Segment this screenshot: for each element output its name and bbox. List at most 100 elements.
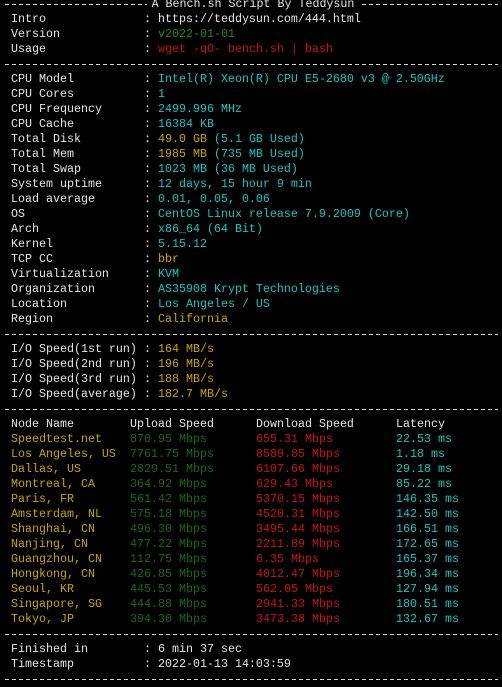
info-value: 196 MB/s — [158, 357, 214, 372]
upload-speed: 426.85 Mbps — [130, 567, 207, 581]
info-value-text: 188 MB/s — [158, 372, 214, 386]
info-value: bbr — [158, 252, 179, 267]
info-value-text: California — [158, 312, 228, 326]
divider — [4, 327, 502, 342]
colon-separator: : — [144, 117, 151, 131]
divider — [4, 57, 502, 72]
info-value: v2022-01-01 — [158, 27, 235, 42]
download-speed: 3495.44 Mbps — [256, 522, 340, 536]
download-speed: 655.31 Mbps — [256, 432, 333, 446]
download-speed: 629.43 Mbps — [256, 477, 333, 491]
info-label: System uptime — [11, 177, 102, 191]
latency: 127.94 ms — [396, 582, 459, 596]
colon-separator: : — [144, 387, 151, 401]
info-value: 0.01, 0.05, 0.06 — [158, 192, 270, 207]
header-node-name: Node Name — [11, 417, 74, 431]
divider — [4, 627, 502, 642]
info-value-text: KVM — [158, 267, 179, 281]
info-row-timestamp: Timestamp:2022-01-13 14:03:59 — [4, 657, 502, 672]
download-speed: 8589.85 Mbps — [256, 447, 340, 461]
info-value-text: x86_64 (64 Bit) — [158, 222, 263, 236]
info-label: Intro — [11, 12, 46, 26]
speedtest-row: Seoul, KR 445.53 Mbps 562.05 Mbps 127.94 ms — [4, 582, 502, 597]
colon-separator: : — [144, 642, 151, 656]
info-value-text: Intel(R) Xeon(R) CPU E5-2680 v3 @ 2.50GH… — [158, 72, 445, 86]
info-label: Total Disk — [11, 132, 81, 146]
info-label: Virtualization — [11, 267, 109, 281]
upload-speed: 7761.75 Mbps — [130, 447, 214, 461]
info-label: CPU Cache — [11, 117, 74, 131]
speedtest-row: Amsterdam, NL 575.18 Mbps 4520.31 Mbps 142.… — [4, 507, 502, 522]
info-value: Intel(R) Xeon(R) CPU E5-2680 v3 @ 2.50GH… — [158, 72, 445, 87]
info-row-cpu-cache: CPU Cache:16384 KB — [4, 117, 502, 132]
info-value: KVM — [158, 267, 179, 282]
info-label: Timestamp — [11, 657, 74, 671]
info-value-text: 182.7 MB/s — [158, 387, 228, 401]
info-row-version: Version: v2022-01-01 — [4, 27, 502, 42]
info-row-load-average: Load average:0.01, 0.05, 0.06 — [4, 192, 502, 207]
node-name: Guangzhou, CN — [11, 552, 102, 566]
colon-separator: : — [144, 222, 151, 236]
info-label: Usage — [11, 42, 46, 56]
info-row-tcp-cc: TCP CC: bbr — [4, 252, 502, 267]
info-value-text: 1 — [158, 87, 165, 101]
info-label: Arch — [11, 222, 39, 236]
info-label: Region — [11, 312, 53, 326]
colon-separator: : — [144, 237, 151, 251]
info-label: TCP CC — [11, 252, 53, 266]
node-name: Speedtest.net — [11, 432, 102, 446]
speedtest-row: Speedtest.net 870.95 Mbps 655.31 Mbps 22.53… — [4, 432, 502, 447]
info-row-total-disk: Total Disk:49.0 GB (5.1 GB Used) — [4, 132, 502, 147]
info-label: Version — [11, 27, 60, 41]
info-value: 1 — [158, 87, 165, 102]
header-upload-speed: Upload Speed — [130, 417, 214, 431]
node-name: Paris, FR — [11, 492, 74, 506]
info-label: I/O Speed(average) — [11, 387, 137, 401]
info-row-location: Location: Los Angeles / US — [4, 297, 502, 312]
node-name: Montreal, CA — [11, 477, 95, 491]
info-row-os: OS: CentOS Linux release 7.9.2009 (Core) — [4, 207, 502, 222]
info-row-virtualization: Virtualization: KVM — [4, 267, 502, 282]
info-value: 12 days, 15 hour 9 min — [158, 177, 312, 192]
download-speed: 3473.38 Mbps — [256, 612, 340, 626]
download-speed: 5370.15 Mbps — [256, 492, 340, 506]
title-divider: A Bench.sh Script By Teddysun — [4, 0, 502, 12]
upload-speed: 364.92 Mbps — [130, 477, 207, 491]
info-value: Los Angeles / US — [158, 297, 270, 312]
info-row-kernel: Kernel:5.15.12 — [4, 237, 502, 252]
node-name: Seoul, KR — [11, 582, 74, 596]
upload-speed: 575.18 Mbps — [130, 507, 207, 521]
header-latency: Latency — [396, 417, 445, 431]
info-value-text: bbr — [158, 252, 179, 266]
info-row-i-o-speed-average: I/O Speed(average):182.7 MB/s — [4, 387, 502, 402]
colon-separator: : — [144, 102, 151, 116]
info-value: 164 MB/s — [158, 342, 214, 357]
info-label: Total Mem — [11, 147, 74, 161]
info-label: I/O Speed(2nd run) — [11, 357, 137, 371]
info-row-total-mem: Total Mem:1985 MB (735 MB Used) — [4, 147, 502, 162]
info-value-text: 164 MB/s — [158, 342, 214, 356]
info-value: 182.7 MB/s — [158, 387, 228, 402]
upload-speed: 496.30 Mbps — [130, 522, 207, 536]
info-value: 2022-01-13 14:03:59 — [158, 657, 291, 672]
upload-speed: 394.30 Mbps — [130, 612, 207, 626]
colon-separator: : — [144, 42, 151, 56]
node-name: Hongkong, CN — [11, 567, 95, 581]
colon-separator: : — [144, 87, 151, 101]
download-speed: 6107.66 Mbps — [256, 462, 340, 476]
info-value-text: 5.15.12 — [158, 237, 207, 251]
info-value: AS35908 Krypt Technologies — [158, 282, 340, 297]
info-value: 5.15.12 — [158, 237, 207, 252]
info-row-i-o-speed-1st-run: I/O Speed(1st run):164 MB/s — [4, 342, 502, 357]
latency: 180.51 ms — [396, 597, 459, 611]
colon-separator: : — [144, 72, 151, 86]
info-row-i-o-speed-2nd-run: I/O Speed(2nd run):196 MB/s — [4, 357, 502, 372]
info-value: 1985 MB (735 MB Used) — [158, 147, 305, 162]
header-download-speed: Download Speed — [256, 417, 354, 431]
info-label: OS — [11, 207, 25, 221]
info-value-text: v2022-01-01 — [158, 27, 235, 41]
upload-speed: 445.53 Mbps — [130, 582, 207, 596]
info-value-text: 1985 MB — [158, 147, 207, 161]
info-value-text: 0.01, 0.05, 0.06 — [158, 192, 270, 206]
latency: 165.37 ms — [396, 552, 459, 566]
